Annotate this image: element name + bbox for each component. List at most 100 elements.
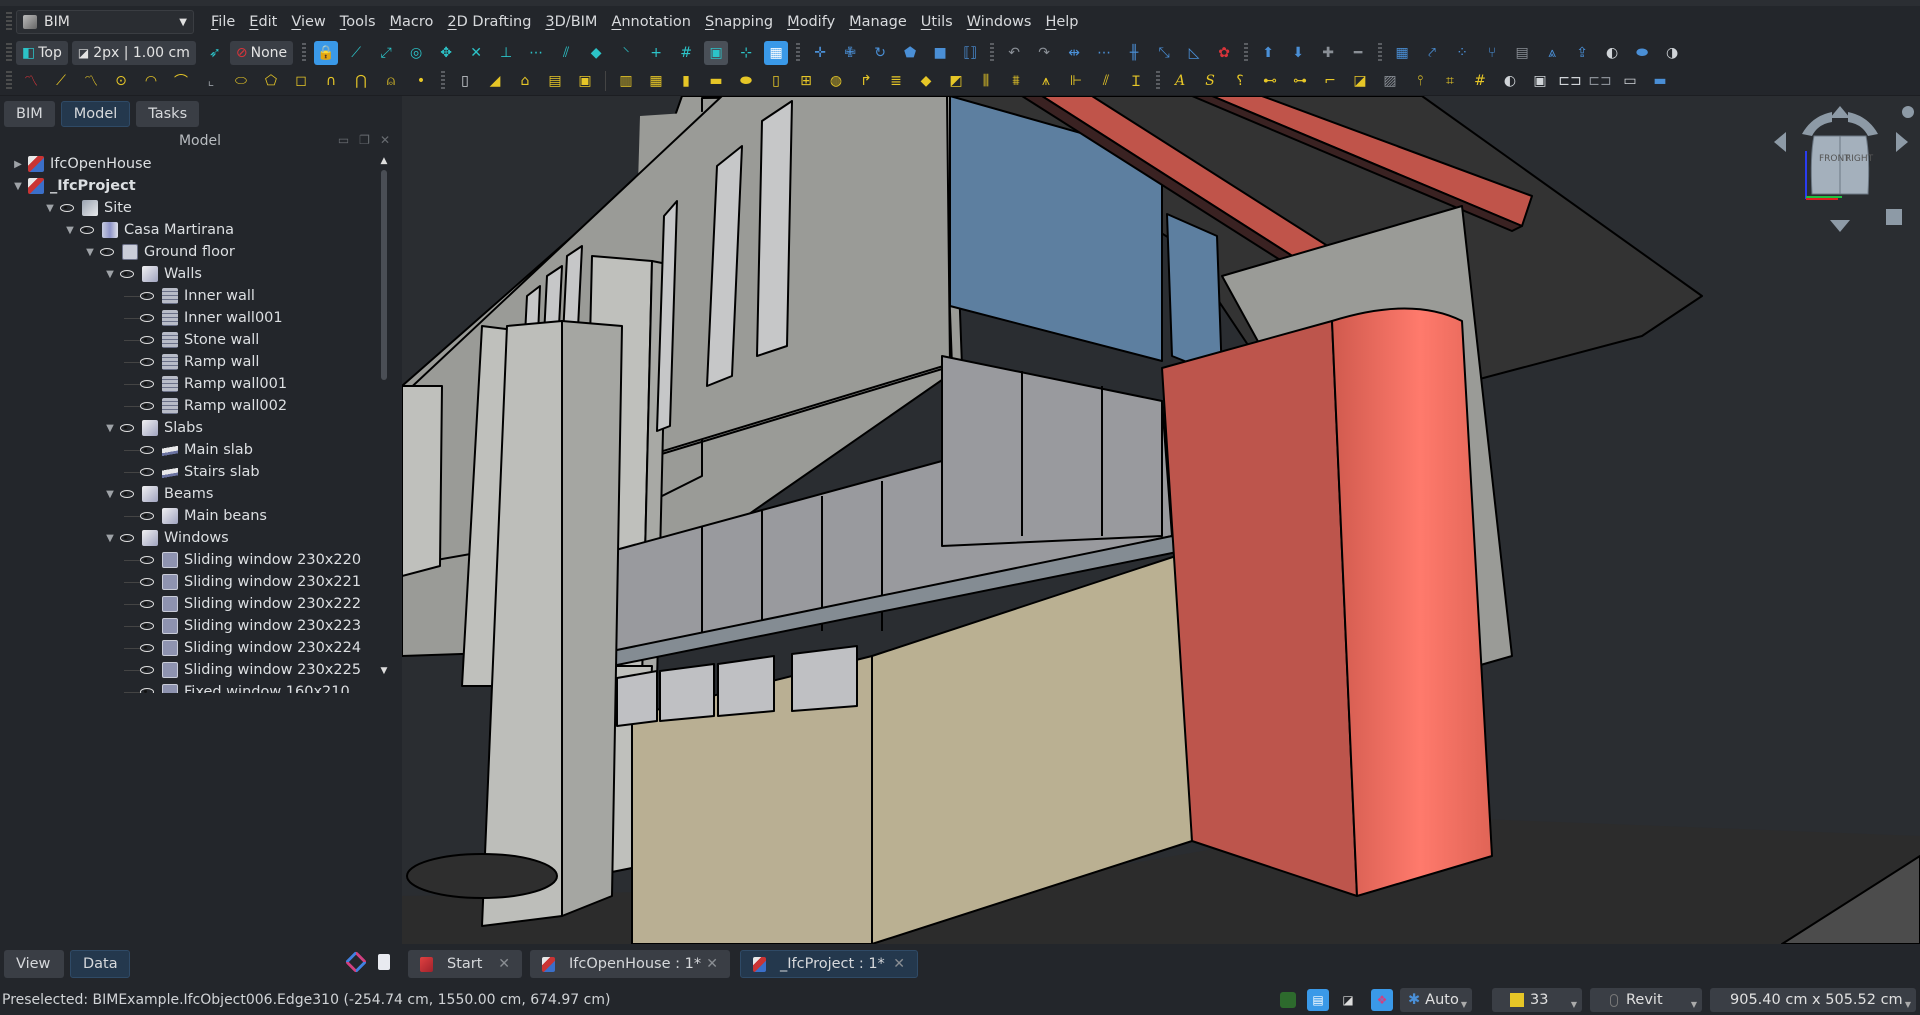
frame-icon[interactable]: ⫼	[974, 69, 998, 93]
tree-item[interactable]: Sliding window 230x220	[0, 549, 382, 571]
snap-workingplane-icon[interactable]: ▣	[704, 40, 729, 65]
collapse-arrow-icon[interactable]: ▼	[84, 247, 96, 258]
boolean-fuse-icon[interactable]: ⬬	[1630, 41, 1654, 65]
beam-icon[interactable]: ▬	[704, 69, 728, 93]
schedule-icon[interactable]: ▣	[1528, 69, 1552, 93]
dimension-vertical-icon[interactable]: ⊶	[1288, 69, 1312, 93]
extrude-icon[interactable]: ⇪	[1570, 41, 1594, 65]
subelement-move-icon[interactable]: ✙	[838, 41, 862, 65]
tree-item[interactable]: Inner wall	[0, 285, 382, 307]
tree-item[interactable]: ▼ Walls	[0, 263, 382, 285]
scroll-up-icon[interactable]: ▲	[380, 156, 388, 166]
join-icon[interactable]: ⋯	[1092, 41, 1116, 65]
snap-special-icon[interactable]: ◆	[584, 41, 608, 65]
close-tab-icon[interactable]: ✕	[893, 956, 905, 972]
visibility-eye-icon[interactable]	[60, 204, 74, 212]
menu-2d-drafting[interactable]: 2D Drafting	[440, 14, 538, 30]
dimension-chain-icon[interactable]: ⸮	[1228, 69, 1252, 93]
combo-tab-view[interactable]: View	[4, 950, 64, 978]
ifc-status-icon[interactable]	[344, 950, 368, 974]
bezier-curve-icon[interactable]: ⍝	[379, 69, 403, 93]
bspline-icon[interactable]: ∩	[319, 69, 343, 93]
tree-item[interactable]: ▼ Ground floor	[0, 241, 382, 263]
point-icon[interactable]: •	[409, 69, 433, 93]
redo-icon[interactable]: ↷	[1032, 41, 1056, 65]
doc-tab-ifcproject[interactable]: _IfcProject : 1* ✕	[740, 950, 918, 978]
snap-intersection-icon[interactable]: ✕	[464, 41, 488, 65]
collapse-arrow-icon[interactable]: ▼	[64, 225, 76, 236]
wall-icon[interactable]: ▥	[614, 69, 638, 93]
visibility-eye-icon[interactable]	[140, 688, 154, 693]
tree-item[interactable]: Sliding window 230x222	[0, 593, 382, 615]
snap-dimensions-icon[interactable]: ⊹	[734, 41, 758, 65]
autogroup-button[interactable]: ⊘ None	[229, 40, 294, 65]
clone-icon[interactable]: ⬟	[898, 41, 922, 65]
snap-lock-icon[interactable]: 🔒	[314, 40, 339, 65]
python-console-icon[interactable]	[1280, 992, 1296, 1008]
menu-view[interactable]: View	[284, 14, 332, 30]
tree-item[interactable]: ▼ Casa Martirana	[0, 219, 382, 241]
shapestring-icon[interactable]: S	[1198, 69, 1222, 93]
snap-center-icon[interactable]: ◎	[404, 41, 428, 65]
site-icon[interactable]: ◢	[483, 69, 507, 93]
working-plane-button[interactable]: ◧ Top	[16, 40, 68, 65]
column-icon[interactable]: ▮	[674, 69, 698, 93]
navigation-cube[interactable]: FRONT RIGHT	[1762, 96, 1918, 236]
expand-arrow-icon[interactable]: ▶	[12, 159, 24, 170]
hatch-icon[interactable]: ▨	[1378, 69, 1402, 93]
tree-item[interactable]: ▼ Slabs	[0, 417, 382, 439]
visibility-eye-icon[interactable]	[120, 490, 134, 498]
menu-file[interactable]: File	[204, 14, 242, 30]
construction-mode-icon[interactable]: ➶	[203, 41, 227, 65]
text-icon[interactable]: A	[1168, 69, 1192, 93]
shape-view-disabled-icon[interactable]: ⊏⊐	[1588, 69, 1612, 93]
layer-dropdown[interactable]: 33 ▼	[1492, 988, 1582, 1012]
snap-near-icon[interactable]: ⸌	[614, 41, 638, 65]
tree-item[interactable]: Sliding window 230x223	[0, 615, 382, 637]
tab-model[interactable]: Model	[60, 101, 131, 127]
visibility-eye-icon[interactable]	[140, 358, 154, 366]
snap-midpoint-icon[interactable]: ⤢	[374, 41, 398, 65]
rotate-icon[interactable]: ↻	[868, 41, 892, 65]
doc-tab-ifcopenhouse[interactable]: IfcOpenHouse : 1* ✕	[530, 950, 730, 978]
axis-system-icon[interactable]: ⌗	[1438, 69, 1462, 93]
collapse-arrow-icon[interactable]: ▼	[104, 269, 116, 280]
undo-icon[interactable]: ↶	[1002, 41, 1026, 65]
visibility-eye-icon[interactable]	[120, 270, 134, 278]
visibility-eye-icon[interactable]	[140, 292, 154, 300]
snap-ortho-icon[interactable]: +	[644, 41, 668, 65]
boolean-cut-icon[interactable]: ◐	[1600, 41, 1624, 65]
menu-help[interactable]: Help	[1038, 14, 1085, 30]
tab-bim[interactable]: BIM	[4, 101, 55, 127]
polygon-icon[interactable]: ⬠	[259, 69, 283, 93]
visibility-eye-icon[interactable]	[140, 402, 154, 410]
pipe-connector-icon[interactable]: ↱	[854, 69, 878, 93]
tag-icon[interactable]: ◪	[1348, 69, 1372, 93]
toolbar-grip[interactable]	[6, 71, 12, 91]
report-view-icon[interactable]: ▤	[1307, 989, 1329, 1011]
collapse-arrow-icon[interactable]: ▼	[104, 489, 116, 500]
move-icon[interactable]: ✛	[808, 41, 832, 65]
snap-grid-icon[interactable]: #	[674, 41, 698, 65]
visibility-eye-icon[interactable]	[140, 314, 154, 322]
building-icon[interactable]: ⌂	[513, 69, 537, 93]
section-plane-icon[interactable]: ◐	[1498, 69, 1522, 93]
tree-item[interactable]: ▼ Windows	[0, 527, 382, 549]
visibility-eye-icon[interactable]	[140, 512, 154, 520]
split-icon[interactable]: ⇹	[1062, 41, 1086, 65]
tree-item[interactable]: Sliding window 230x225	[0, 659, 382, 681]
tab-tasks[interactable]: Tasks	[136, 101, 200, 127]
snap-extension-icon[interactable]: ⋯	[524, 41, 548, 65]
visibility-eye-icon[interactable]	[80, 226, 94, 234]
menu-manage[interactable]: Manage	[842, 14, 914, 30]
menu-macro[interactable]: Macro	[383, 14, 441, 30]
trimex-icon[interactable]: ╫	[1122, 41, 1146, 65]
tree-item[interactable]: Main beans	[0, 505, 382, 527]
snap-endpoint-icon[interactable]: ⟋	[344, 41, 368, 65]
curtain-wall-icon[interactable]: ▦	[644, 69, 668, 93]
tree-item[interactable]: Sliding window 230x221	[0, 571, 382, 593]
array-ortho-icon[interactable]: ▦	[1390, 41, 1414, 65]
menu-windows[interactable]: Windows	[960, 14, 1039, 30]
mirror-3d-icon[interactable]: ⩓	[1540, 41, 1564, 65]
remove-component-icon[interactable]: ━	[1346, 41, 1370, 65]
